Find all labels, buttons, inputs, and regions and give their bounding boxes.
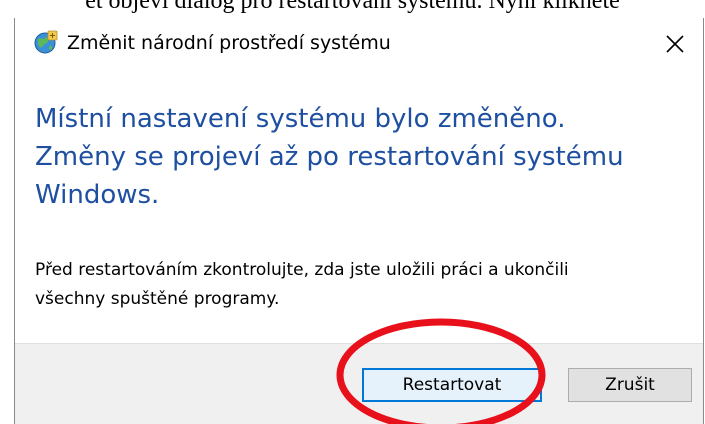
restart-button[interactable]: Restartovat [362, 368, 542, 402]
main-instruction: Místní nastavení systému bylo změněno. Z… [35, 100, 675, 214]
dialog-title: Změnit národní prostředí systému [67, 32, 391, 54]
screenshot-page: et objeví dialog pro restartování systém… [0, 0, 705, 424]
main-instruction-line: Změny se projeví až po restartování syst… [35, 142, 624, 172]
main-instruction-line: Místní nastavení systému bylo změněno. [35, 104, 566, 134]
dialog-content: Před restartováním zkontrolujte, zda jst… [35, 256, 700, 314]
dialog-button-bar: Restartovat Zrušit [15, 343, 703, 424]
change-system-locale-dialog: Změnit národní prostředí systému Místní … [14, 18, 704, 424]
content-line: Před restartováním zkontrolujte, zda jst… [35, 260, 569, 280]
close-button[interactable] [653, 24, 697, 64]
close-icon [666, 35, 684, 53]
main-instruction-line: Windows. [35, 180, 160, 210]
globe-settings-icon [34, 30, 58, 54]
cancel-button[interactable]: Zrušit [568, 368, 692, 402]
content-line: všechny spuštěné programy. [35, 289, 280, 309]
dialog-title-bar: Změnit národní prostředí systému [15, 18, 703, 70]
document-text-fragment: et objeví dialog pro restartování systém… [85, 0, 620, 14]
